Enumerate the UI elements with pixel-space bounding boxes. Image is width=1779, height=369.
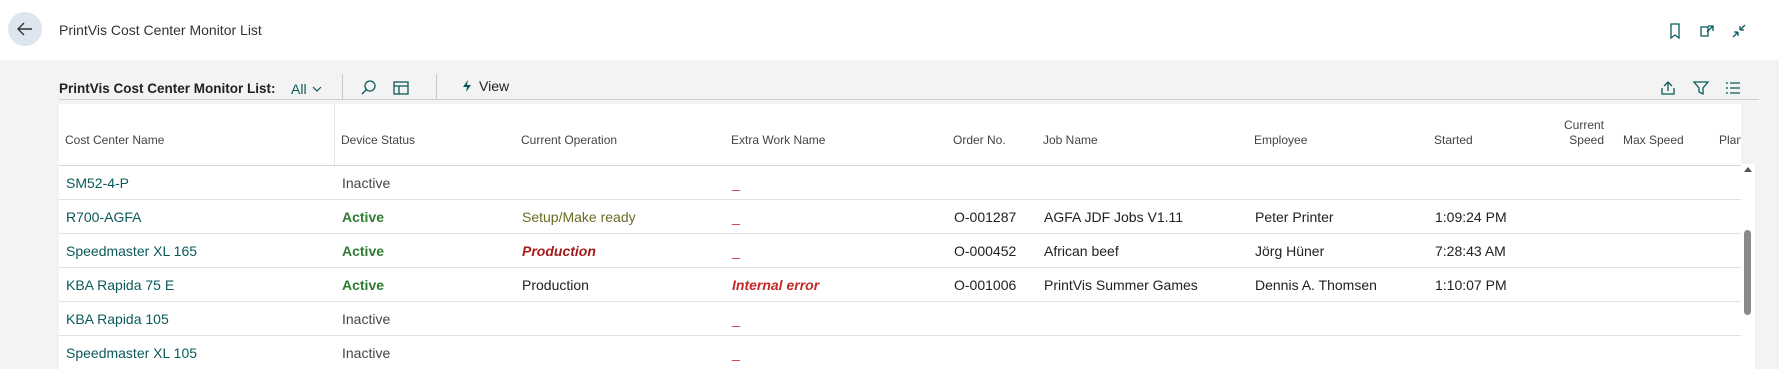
device-status-cell: Inactive bbox=[342, 175, 391, 191]
column-header-planned[interactable]: Planne bbox=[1719, 133, 1741, 147]
table-row[interactable]: Speedmaster XL 105 Inactive _ bbox=[59, 336, 1741, 369]
cost-center-name-cell[interactable]: R700-AGFA bbox=[66, 209, 141, 225]
page-title: PrintVis Cost Center Monitor List bbox=[59, 22, 262, 38]
back-button[interactable] bbox=[8, 12, 42, 46]
separator bbox=[436, 74, 437, 100]
table-row[interactable]: SM52-4-P Inactive _ bbox=[59, 166, 1741, 200]
column-header-extra-work-name[interactable]: Extra Work Name bbox=[731, 133, 825, 147]
column-header-current-operation[interactable]: Current Operation bbox=[521, 133, 617, 147]
separator bbox=[342, 74, 343, 100]
list-layout-icon[interactable] bbox=[1724, 79, 1742, 97]
view-filter-value: All bbox=[291, 81, 307, 97]
list-content: PrintVis Cost Center Monitor List: All V… bbox=[0, 60, 1779, 369]
started-cell: 7:28:43 AM bbox=[1435, 243, 1506, 259]
cost-center-name-cell[interactable]: SM52-4-P bbox=[66, 175, 129, 191]
started-cell: 1:09:24 PM bbox=[1435, 209, 1507, 225]
share-icon[interactable] bbox=[1659, 79, 1677, 97]
scrollbar-thumb[interactable] bbox=[1744, 230, 1751, 315]
table-row[interactable]: KBA Rapida 75 E Active Production Intern… bbox=[59, 268, 1741, 302]
device-status-cell: Active bbox=[342, 243, 385, 259]
cost-center-name-cell[interactable]: Speedmaster XL 105 bbox=[66, 345, 197, 361]
employee-cell: Peter Printer bbox=[1255, 209, 1334, 225]
view-button-label: View bbox=[479, 78, 510, 94]
column-header-current-speed-line2[interactable]: Speed bbox=[1560, 133, 1604, 147]
device-status-cell: Active bbox=[342, 209, 385, 225]
cost-center-name-cell[interactable]: KBA Rapida 75 E bbox=[66, 277, 174, 293]
lightning-icon bbox=[463, 80, 471, 92]
bookmark-icon[interactable] bbox=[1666, 22, 1684, 40]
column-header-job-name[interactable]: Job Name bbox=[1043, 133, 1098, 147]
extra-work-name-cell: _ bbox=[732, 311, 740, 327]
chevron-down-icon bbox=[312, 86, 321, 92]
cost-center-name-cell[interactable]: Speedmaster XL 165 bbox=[66, 243, 197, 259]
view-button[interactable]: View bbox=[461, 78, 509, 94]
page-header: PrintVis Cost Center Monitor List bbox=[0, 0, 1779, 60]
extra-work-name-cell: _ bbox=[732, 345, 740, 361]
order-no-cell: O-000452 bbox=[954, 243, 1017, 259]
column-header-started[interactable]: Started bbox=[1434, 133, 1473, 147]
column-header-employee[interactable]: Employee bbox=[1254, 133, 1307, 147]
table-row[interactable]: R700-AGFA Active Setup/Make ready _ O-00… bbox=[59, 200, 1741, 234]
device-status-cell: Inactive bbox=[342, 345, 391, 361]
divider bbox=[59, 99, 1759, 100]
extra-work-name-cell: _ bbox=[732, 209, 740, 225]
column-header-current-speed-line1[interactable]: Current bbox=[1553, 118, 1604, 132]
device-status-cell: Active bbox=[342, 277, 385, 293]
extra-work-name-cell: _ bbox=[732, 175, 740, 191]
extra-work-name-cell: Internal error bbox=[732, 277, 820, 293]
job-name-cell: African beef bbox=[1044, 243, 1119, 259]
employee-cell: Jörg Hüner bbox=[1255, 243, 1325, 259]
column-header-max-speed[interactable]: Max Speed bbox=[1623, 133, 1684, 147]
edit-list-icon[interactable] bbox=[392, 79, 410, 97]
collapse-icon[interactable] bbox=[1730, 22, 1748, 40]
scroll-up-arrow-icon[interactable] bbox=[1742, 164, 1754, 174]
started-cell: 1:10:07 PM bbox=[1435, 277, 1507, 293]
column-header-order-no[interactable]: Order No. bbox=[953, 133, 1006, 147]
device-status-cell: Inactive bbox=[342, 311, 391, 327]
column-header-device-status[interactable]: Device Status bbox=[341, 133, 415, 147]
order-no-cell: O-001287 bbox=[954, 209, 1017, 225]
list-caption: PrintVis Cost Center Monitor List: bbox=[59, 81, 276, 96]
column-header-row: Cost Center Name Device Status Current O… bbox=[59, 104, 1741, 166]
job-name-cell: PrintVis Summer Games bbox=[1044, 277, 1198, 293]
open-new-window-icon[interactable] bbox=[1698, 22, 1716, 40]
table-row[interactable]: Speedmaster XL 165 Active Production _ O… bbox=[59, 234, 1741, 268]
current-operation-cell: Production bbox=[522, 277, 589, 293]
column-header-cost-center-name[interactable]: Cost Center Name bbox=[65, 133, 164, 147]
job-name-cell: AGFA JDF Jobs V1.11 bbox=[1044, 209, 1184, 225]
filter-icon[interactable] bbox=[1692, 79, 1710, 97]
search-icon[interactable] bbox=[360, 79, 378, 97]
cost-center-name-cell[interactable]: KBA Rapida 105 bbox=[66, 311, 169, 327]
monitor-list-grid: Cost Center Name Device Status Current O… bbox=[59, 104, 1741, 369]
current-operation-cell: Production bbox=[522, 243, 596, 259]
employee-cell: Dennis A. Thomsen bbox=[1255, 277, 1377, 293]
table-row[interactable]: KBA Rapida 105 Inactive _ bbox=[59, 302, 1741, 336]
view-filter-dropdown[interactable]: All bbox=[291, 81, 323, 97]
extra-work-name-cell: _ bbox=[732, 243, 740, 259]
current-operation-cell: Setup/Make ready bbox=[522, 209, 636, 225]
column-freeze-divider bbox=[334, 104, 335, 165]
arrow-left-icon bbox=[17, 22, 32, 36]
order-no-cell: O-001006 bbox=[954, 277, 1017, 293]
